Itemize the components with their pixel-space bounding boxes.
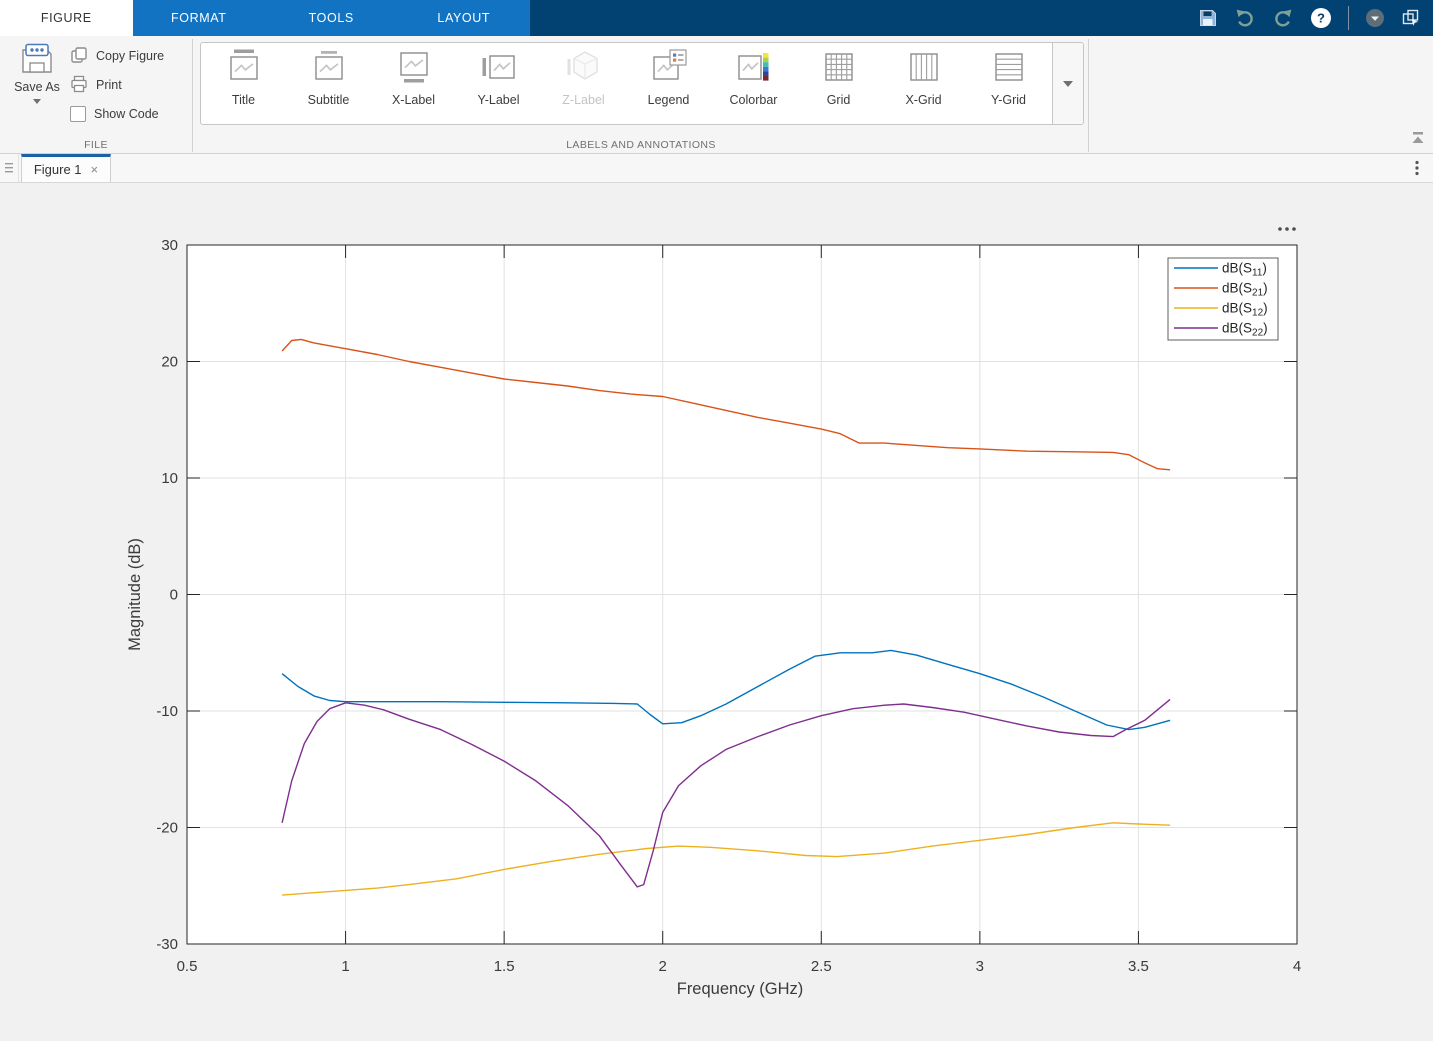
svg-text:-20: -20 (156, 820, 178, 837)
y-label-icon (479, 47, 519, 92)
annotations-section-label: LABELS AND ANNOTATIONS (197, 139, 1085, 151)
svg-text:-30: -30 (156, 936, 178, 953)
collapse-ribbon-button[interactable] (1410, 131, 1426, 150)
copy-figure-label: Copy Figure (96, 49, 164, 63)
svg-text:4: 4 (1293, 958, 1301, 975)
save-icon[interactable] (1198, 8, 1218, 28)
gallery-item-label: Subtitle (308, 93, 350, 107)
gallery-item-y-label[interactable]: Y-Label (456, 43, 541, 124)
svg-text:3.5: 3.5 (1128, 958, 1149, 975)
tab-overflow-menu-icon[interactable] (1401, 154, 1433, 182)
gallery-item-grid[interactable]: Grid (796, 43, 881, 124)
svg-text:10: 10 (161, 470, 178, 487)
figure-1-tab[interactable]: Figure 1 × (21, 154, 111, 182)
gallery-expand-caret-icon (1063, 81, 1073, 87)
file-section-label: FILE (0, 139, 192, 151)
quick-access-toolbar: ? (1198, 0, 1433, 36)
svg-text:?: ? (1317, 11, 1325, 26)
svg-text:30: 30 (161, 237, 178, 254)
gallery-item-label: X-Grid (905, 93, 941, 107)
gallery-item-y-grid[interactable]: Y-Grid (966, 43, 1051, 124)
y-grid-icon (989, 47, 1029, 92)
gallery-item-title[interactable]: Title (201, 43, 286, 124)
x-axis-label: Frequency (GHz) (677, 980, 804, 998)
matlab-figure-window: { "titlebar": { "tabs": ["FIGURE", "FORM… (0, 0, 1433, 1041)
svg-text:2.5: 2.5 (811, 958, 832, 975)
gallery-expand-button[interactable] (1052, 43, 1083, 124)
save-as-button[interactable]: Save As (8, 43, 66, 104)
svg-text:1.5: 1.5 (494, 958, 515, 975)
print-button[interactable]: Print (70, 74, 164, 96)
svg-text:0.5: 0.5 (177, 958, 198, 975)
save-as-label: Save As (8, 80, 66, 96)
x-label-icon (394, 47, 434, 92)
undo-icon[interactable] (1234, 8, 1256, 28)
tab-layout[interactable]: LAYOUT (398, 0, 531, 36)
gallery-item-colorbar[interactable]: Colorbar (711, 43, 796, 124)
x-grid-icon (904, 47, 944, 92)
gallery-item-label: Y-Grid (991, 93, 1026, 107)
tab-grip-icon[interactable] (0, 154, 19, 182)
y-tick-labels: -30 -20 -10 0 10 20 30 (156, 237, 178, 953)
gallery-item-label: Y-Label (478, 93, 520, 107)
show-code-label: Show Code (94, 107, 159, 121)
title-icon (224, 47, 264, 92)
svg-text:-10: -10 (156, 703, 178, 720)
gallery-item-label: X-Label (392, 93, 435, 107)
subtitle-icon (309, 47, 349, 92)
gallery-item-label: Z-Label (562, 93, 604, 107)
svg-text:3: 3 (976, 958, 984, 975)
file-actions: Copy Figure Print Show Code (70, 45, 164, 125)
figure-tab-label: Figure 1 (34, 162, 82, 177)
gallery-item-label: Grid (827, 93, 851, 107)
print-icon (70, 75, 88, 96)
legend[interactable]: dB(S11)dB(S21)dB(S12)dB(S22) (1168, 258, 1278, 340)
annotations-gallery: Title Subtitle X-Label Y-Label Z-Label Legend… (200, 42, 1084, 125)
gallery-item-legend[interactable]: Legend (626, 43, 711, 124)
section-separator (192, 39, 193, 152)
tab-format[interactable]: FORMAT (133, 0, 266, 36)
gallery-item-x-grid[interactable]: X-Grid (881, 43, 966, 124)
show-code-checkbox[interactable] (70, 106, 86, 122)
gallery-item-label: Title (232, 93, 255, 107)
save-as-dropdown-caret-icon[interactable] (33, 99, 41, 104)
gallery-item-x-label[interactable]: X-Label (371, 43, 456, 124)
y-axis-label: Magnitude (dB) (126, 538, 144, 651)
grid-icon (819, 47, 859, 92)
toolbar-separator (1348, 6, 1349, 30)
close-figure-icon[interactable]: × (91, 163, 99, 176)
pop-out-window-icon[interactable] (1401, 8, 1421, 28)
figure-canvas: 0.5 1 1.5 2 2.5 3 3.5 4 -30 -20 -10 0 10 20 30 Frequenc… (0, 183, 1433, 1041)
svg-text:2: 2 (659, 958, 667, 975)
tab-tools[interactable]: TOOLS (265, 0, 398, 36)
tab-figure[interactable]: FIGURE (0, 0, 133, 36)
svg-text:0: 0 (170, 587, 178, 604)
help-icon[interactable]: ? (1310, 7, 1332, 29)
colorbar-icon (734, 47, 774, 92)
gallery-items: Title Subtitle X-Label Y-Label Z-Label Legend… (201, 43, 1051, 124)
document-tab-bar: Figure 1 × (0, 154, 1433, 183)
z-label-icon (564, 47, 604, 92)
show-code-toggle[interactable]: Show Code (70, 103, 164, 125)
gallery-item-subtitle[interactable]: Subtitle (286, 43, 371, 124)
legend-icon (649, 47, 689, 92)
layout-chevron-icon[interactable] (1365, 8, 1385, 28)
gallery-item-label: Legend (648, 93, 690, 107)
section-separator-2 (1088, 39, 1089, 152)
x-tick-labels: 0.5 1 1.5 2 2.5 3 3.5 4 (177, 958, 1302, 975)
print-label: Print (96, 78, 122, 92)
s-parameter-plot: 0.5 1 1.5 2 2.5 3 3.5 4 -30 -20 -10 0 10 20 30 Frequenc… (0, 183, 1433, 1041)
ribbon-figure: Save As Copy Figure Print (0, 36, 1433, 154)
svg-text:1: 1 (341, 958, 349, 975)
copy-figure-icon (70, 46, 88, 67)
redo-icon[interactable] (1272, 8, 1294, 28)
save-as-icon (19, 64, 55, 78)
svg-text:20: 20 (161, 354, 178, 371)
gallery-item-label: Colorbar (730, 93, 778, 107)
copy-figure-button[interactable]: Copy Figure (70, 45, 164, 67)
gallery-item-z-label: Z-Label (541, 43, 626, 124)
axes-toolbar-dots[interactable] (1278, 227, 1296, 231)
toolstrip-tabs: FIGURE FORMAT TOOLS LAYOUT (0, 0, 530, 36)
toolstrip-tab-bar: FIGURE FORMAT TOOLS LAYOUT (0, 0, 1433, 36)
